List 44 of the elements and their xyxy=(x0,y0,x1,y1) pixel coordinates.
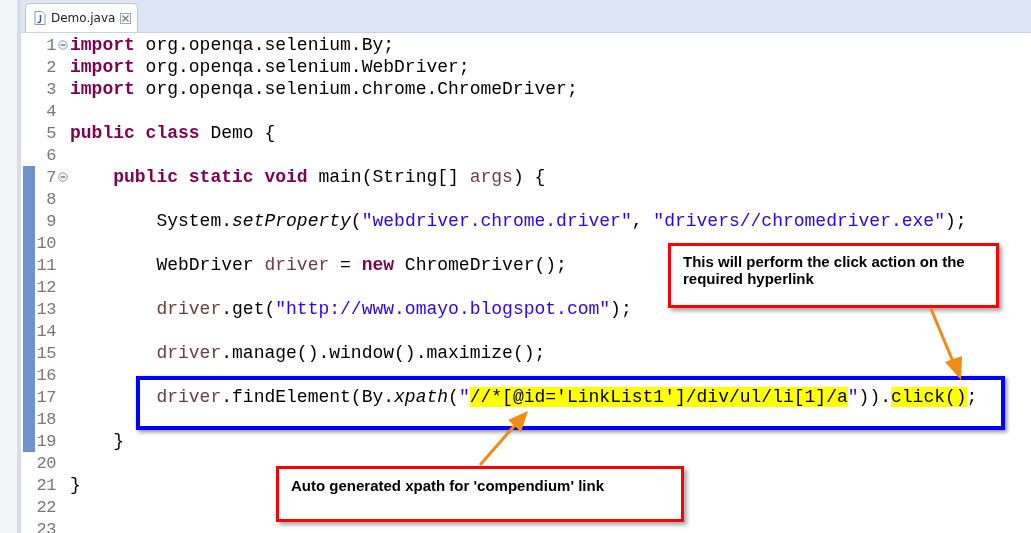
line-number: 18 xyxy=(35,409,56,429)
line-number: 8 xyxy=(45,189,56,209)
code-line: } xyxy=(112,431,124,451)
line-number: 15 xyxy=(35,343,56,363)
line-number: 23 xyxy=(35,519,56,533)
line-number: 14 xyxy=(35,321,56,341)
collapse-icon[interactable] xyxy=(58,40,68,50)
line-number: 19 xyxy=(35,431,56,451)
line-number: 3 xyxy=(45,79,56,99)
line-number: 16 xyxy=(35,365,56,385)
code-line: } xyxy=(70,475,81,495)
collapse-icon[interactable] xyxy=(58,172,68,182)
callout-arrow xyxy=(478,411,528,466)
editor-tab[interactable]: Demo.java xyxy=(25,3,139,32)
code-line: import org.openqa.selenium.WebDriver; xyxy=(70,57,470,77)
line-number: 6 xyxy=(45,145,56,165)
callout-text: This will perform the click action on the required hyperlink xyxy=(683,253,965,287)
line-number: 4 xyxy=(45,101,56,121)
code-line: driver.findElement(By.xpath("//*[@id='LinkList1']/div/ul/li[1]/a")).click(); xyxy=(155,387,978,407)
line-number: 17 xyxy=(35,387,56,407)
close-icon[interactable] xyxy=(120,12,132,24)
code-line: public class Demo { xyxy=(70,123,276,143)
line-number: 5 xyxy=(45,123,56,143)
line-number: 10 xyxy=(35,233,56,253)
java-file-icon xyxy=(34,11,46,25)
code-line: driver.get("http://www.omayo.blogspot.com"); xyxy=(155,299,632,319)
code-line: driver.manage().window().maximize(); xyxy=(155,343,546,363)
line-number: 2 xyxy=(45,57,56,77)
code-line: WebDriver driver = new ChromeDriver(); xyxy=(155,255,567,275)
line-number: 9 xyxy=(45,211,56,231)
line-number: 21 xyxy=(35,475,56,495)
code-line: System.setProperty("webdriver.chrome.driver", "drivers//chromedriver.exe"); xyxy=(155,211,967,231)
line-number: 11 xyxy=(35,255,56,275)
line-number: 12 xyxy=(35,277,56,297)
line-number: 1 xyxy=(45,35,56,55)
line-number: 22 xyxy=(35,497,56,517)
line-number: 13 xyxy=(35,299,56,319)
code-line: import org.openqa.selenium.By; xyxy=(70,35,395,55)
line-number: 20 xyxy=(35,453,56,473)
line-number: 7 xyxy=(45,167,56,187)
code-line: import org.openqa.selenium.chrome.ChromeDriver; xyxy=(70,79,578,99)
code-line: public static void main(String[] args) { xyxy=(112,167,546,187)
callout-text: Auto generated xpath for 'compendium' link xyxy=(291,477,604,494)
callout-arrow xyxy=(929,308,962,380)
